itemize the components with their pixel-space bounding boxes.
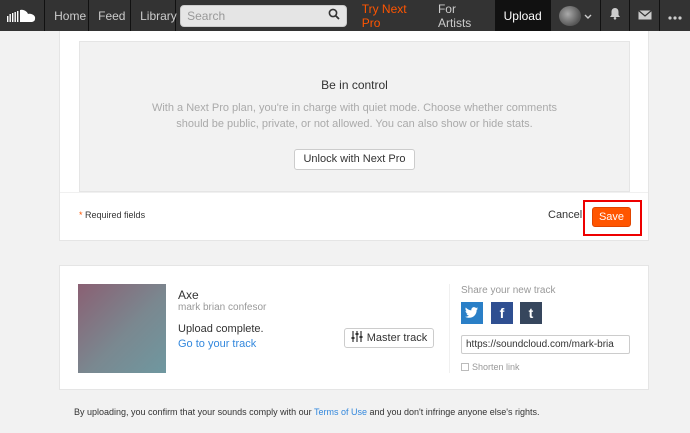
search-container	[176, 0, 352, 31]
sliders-icon	[351, 331, 363, 345]
nav-upload[interactable]: Upload	[494, 0, 551, 31]
track-artwork[interactable]	[78, 284, 166, 373]
bell-icon	[609, 7, 621, 25]
master-track-label: Master track	[366, 332, 428, 344]
nav-try-next-pro[interactable]: Try Next Pro	[352, 0, 430, 31]
soundcloud-logo-icon[interactable]	[0, 0, 46, 31]
top-navbar: Home Feed Library Try Next Pro For Artis…	[0, 0, 690, 31]
envelope-icon	[637, 7, 652, 25]
twitter-share-button[interactable]	[461, 302, 483, 324]
nav-home[interactable]: Home	[45, 0, 90, 31]
more-button[interactable]	[660, 0, 690, 31]
terms-pre-text: By uploading, you confirm that your soun…	[74, 407, 314, 417]
nav-feed[interactable]: Feed	[89, 0, 132, 31]
avatar	[558, 5, 581, 26]
share-title: Share your new track	[461, 285, 556, 296]
edit-panel: Be in control With a Next Pro plan, you'…	[59, 31, 649, 241]
messages-button[interactable]	[630, 0, 661, 31]
cancel-button[interactable]: Cancel	[548, 209, 582, 221]
upload-status: Upload complete.	[178, 323, 264, 335]
search-box	[180, 4, 347, 27]
notifications-button[interactable]	[601, 0, 631, 31]
search-icon[interactable]	[328, 7, 340, 25]
divider	[60, 192, 648, 193]
go-to-track-link[interactable]: Go to your track	[178, 338, 256, 350]
nav-for-artists[interactable]: For Artists	[430, 0, 495, 31]
share-divider	[449, 284, 450, 373]
track-artist[interactable]: mark brian confesor	[178, 302, 266, 313]
chevron-down-icon	[584, 7, 592, 25]
share-url-field[interactable]	[461, 335, 630, 354]
search-input[interactable]	[187, 8, 328, 23]
required-label: Required fields	[85, 210, 146, 220]
terms-post-text: and you don't infringe anyone else's rig…	[366, 407, 540, 417]
save-button[interactable]: Save	[592, 207, 631, 227]
terms-footer: By uploading, you confirm that your soun…	[74, 407, 540, 417]
shorten-link-label: Shorten link	[472, 362, 520, 372]
user-menu[interactable]	[551, 0, 601, 31]
twitter-icon	[465, 307, 479, 318]
required-star: *	[79, 210, 83, 220]
uploaded-track-card: Axe mark brian confesor Upload complete.…	[59, 265, 649, 390]
unlock-next-pro-button[interactable]: Unlock with Next Pro	[294, 149, 415, 170]
shorten-link-option[interactable]: Shorten link	[461, 362, 520, 372]
promo-description: With a Next Pro plan, you're in charge w…	[151, 102, 558, 130]
terms-of-use-link[interactable]: Terms of Use	[314, 407, 367, 417]
next-pro-promo: Be in control With a Next Pro plan, you'…	[79, 41, 630, 192]
master-track-button[interactable]: Master track	[344, 328, 434, 348]
save-highlight-box: Save	[583, 200, 642, 236]
more-icon	[668, 7, 682, 25]
tumblr-share-button[interactable]: t	[520, 302, 542, 324]
nav-library[interactable]: Library	[131, 0, 177, 31]
shorten-link-checkbox[interactable]	[461, 363, 469, 371]
track-title: Axe	[178, 288, 199, 302]
facebook-share-button[interactable]: f	[491, 302, 513, 324]
required-fields-note: * Required fields	[79, 210, 145, 220]
promo-title: Be in control	[321, 78, 388, 92]
